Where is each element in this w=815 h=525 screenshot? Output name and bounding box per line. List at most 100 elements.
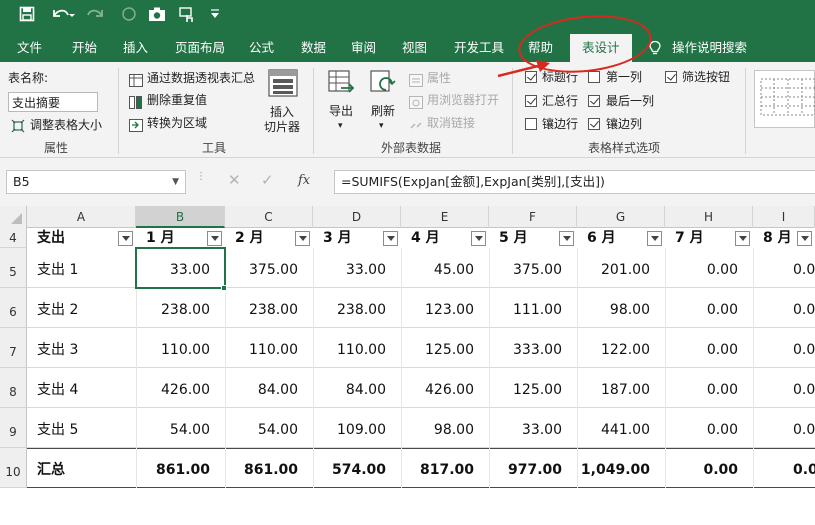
fill-handle[interactable] (221, 285, 227, 291)
table-cell[interactable]: 支出 2 (27, 288, 136, 328)
tab-review[interactable]: 审阅 (351, 34, 376, 62)
column-header-a[interactable]: A (27, 206, 136, 228)
total-cell[interactable]: 0.0 (753, 448, 815, 488)
total-cell[interactable]: 861.00 (136, 448, 225, 488)
row-header-6[interactable]: 6 (0, 288, 27, 328)
table-cell[interactable]: 238.00 (313, 288, 401, 328)
table-cell[interactable]: 45.00 (401, 248, 489, 288)
touch-mode-icon[interactable] (176, 6, 198, 28)
table-cell[interactable]: 426.00 (136, 368, 225, 408)
insert-slicer-line2[interactable]: 切片器 (264, 119, 300, 135)
column-header-g[interactable]: G (577, 206, 665, 228)
table-cell[interactable]: 支出 1 (27, 248, 136, 288)
open-in-browser-button[interactable]: 用浏览器打开 (427, 92, 499, 108)
table-cell[interactable]: 238.00 (225, 288, 313, 328)
table-cell[interactable]: 84.00 (313, 368, 401, 408)
camera-icon[interactable] (146, 6, 168, 28)
tab-formulas[interactable]: 公式 (249, 34, 274, 62)
export-icon[interactable] (327, 68, 355, 98)
table-cell[interactable]: 111.00 (489, 288, 577, 328)
row-header-9[interactable]: 9 (0, 408, 27, 448)
table-cell[interactable]: 375.00 (225, 248, 313, 288)
resize-table-button[interactable]: 调整表格大小 (30, 117, 102, 133)
tell-me-search[interactable]: 操作说明搜索 (672, 34, 747, 62)
table-cell[interactable]: 0.00 (665, 368, 753, 408)
table-cell[interactable]: 125.00 (489, 368, 577, 408)
table-cell[interactable]: 333.00 (489, 328, 577, 368)
tablename-input[interactable] (8, 92, 98, 112)
table-cell[interactable]: 201.00 (577, 248, 665, 288)
row-header-5[interactable]: 5 (0, 248, 27, 288)
filter-dropdown-icon[interactable] (797, 231, 812, 246)
tab-home[interactable]: 开始 (72, 34, 97, 62)
table-cell[interactable]: 支出 4 (27, 368, 136, 408)
first-column-checkbox[interactable] (588, 71, 600, 83)
column-header-i[interactable]: I (753, 206, 815, 228)
table-cell[interactable]: 0.00 (665, 248, 753, 288)
select-all-corner[interactable] (0, 206, 27, 228)
remove-duplicates-button[interactable]: 删除重复值 (147, 92, 207, 108)
cancel-icon[interactable]: ✕ (228, 171, 241, 189)
properties-button[interactable]: 属性 (427, 70, 451, 86)
table-cell[interactable]: 125.00 (401, 328, 489, 368)
tab-file[interactable]: 文件 (17, 34, 42, 62)
filter-button-checkbox[interactable] (665, 71, 677, 83)
insert-function-icon[interactable]: fx (298, 173, 310, 188)
table-cell[interactable]: 33.00 (313, 248, 401, 288)
table-cell[interactable]: 0.0 (753, 328, 815, 368)
table-cell[interactable]: 375.00 (489, 248, 577, 288)
total-cell[interactable]: 0.00 (665, 448, 753, 488)
enter-icon[interactable]: ✓ (261, 171, 274, 189)
export-dropdown-icon[interactable]: ▾ (338, 118, 343, 134)
table-cell[interactable]: 0.00 (665, 288, 753, 328)
tab-data[interactable]: 数据 (301, 34, 326, 62)
filter-dropdown-icon[interactable] (471, 231, 486, 246)
table-cell[interactable]: 54.00 (225, 408, 313, 448)
table-cell[interactable]: 0.0 (753, 288, 815, 328)
row-header-8[interactable]: 8 (0, 368, 27, 408)
total-cell[interactable]: 574.00 (313, 448, 401, 488)
total-cell[interactable]: 1,049.00 (577, 448, 665, 488)
table-cell[interactable]: 0.0 (753, 408, 815, 448)
row-header-10[interactable]: 10 (0, 448, 27, 488)
column-header-c[interactable]: C (225, 206, 313, 228)
table-cell[interactable]: 0.0 (753, 248, 815, 288)
refresh-dropdown-icon[interactable]: ▾ (379, 118, 384, 134)
table-cell[interactable]: 0.00 (665, 328, 753, 368)
chevron-down-icon[interactable]: ▼ (172, 171, 179, 193)
worksheet-grid[interactable]: ABCDEFGHI 4 支出 1 月2 月3 月4 月5 月6 月7 月8 月 5 支出… (0, 206, 815, 525)
filter-dropdown-icon[interactable] (207, 231, 222, 246)
row-header-7[interactable]: 7 (0, 328, 27, 368)
table-cell[interactable]: 支出 5 (27, 408, 136, 448)
table-cell[interactable]: 33.00 (489, 408, 577, 448)
drag-handle-icon[interactable]: ⋮ (196, 172, 206, 190)
last-column-checkbox[interactable] (588, 95, 600, 107)
table-cell[interactable]: 122.00 (577, 328, 665, 368)
column-header-d[interactable]: D (313, 206, 401, 228)
column-header-f[interactable]: F (489, 206, 577, 228)
total-row-checkbox[interactable] (525, 95, 537, 107)
total-cell[interactable]: 汇总 (27, 448, 136, 488)
table-cell[interactable]: 84.00 (225, 368, 313, 408)
redo-icon[interactable] (86, 6, 112, 28)
filter-dropdown-icon[interactable] (735, 231, 750, 246)
filter-dropdown-icon[interactable] (647, 231, 662, 246)
column-header-b[interactable]: B (136, 206, 225, 228)
table-cell[interactable]: 110.00 (225, 328, 313, 368)
table-cell[interactable]: 98.00 (401, 408, 489, 448)
column-header-e[interactable]: E (401, 206, 489, 228)
refresh-icon[interactable] (368, 68, 396, 98)
table-cell[interactable]: 98.00 (577, 288, 665, 328)
table-cell[interactable]: 238.00 (136, 288, 225, 328)
export-button[interactable]: 导出 (329, 103, 353, 119)
filter-dropdown-icon[interactable] (383, 231, 398, 246)
tab-insert[interactable]: 插入 (123, 34, 148, 62)
total-cell[interactable]: 817.00 (401, 448, 489, 488)
customize-icon[interactable] (204, 6, 226, 28)
table-cell[interactable]: 0.00 (665, 408, 753, 448)
table-cell[interactable]: 187.00 (577, 368, 665, 408)
filter-dropdown-icon[interactable] (559, 231, 574, 246)
tab-page-layout[interactable]: 页面布局 (175, 34, 225, 62)
table-styles-gallery[interactable] (754, 70, 815, 128)
table-cell[interactable]: 110.00 (313, 328, 401, 368)
